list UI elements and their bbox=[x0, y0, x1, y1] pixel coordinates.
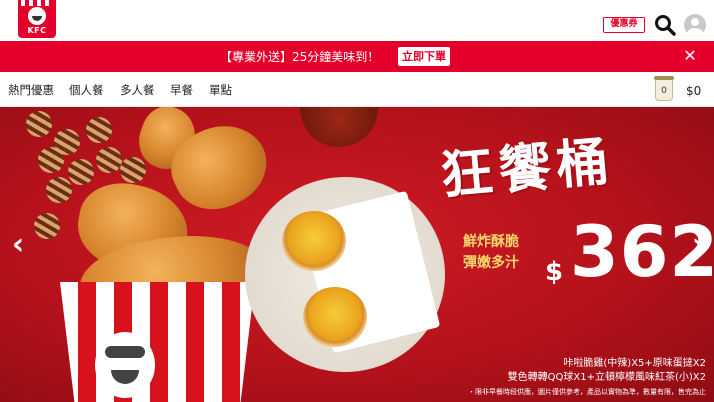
nav-item-a-la-carte[interactable]: 單點 bbox=[209, 82, 232, 98]
hero-banner[interactable]: 狂饗桶 鮮炸酥脆 彈嫩多汁 $ 362 咔啦脆雞(中辣)X5+原味蛋撻X2 雙色… bbox=[0, 107, 714, 402]
colonel-face-icon bbox=[95, 332, 155, 398]
choco-ball-image bbox=[96, 147, 122, 173]
colonel-face-icon bbox=[28, 7, 46, 25]
egg-tart-image bbox=[303, 287, 367, 347]
promo-text: 【專業外送】25分鐘美味到！ bbox=[220, 50, 380, 64]
cart-total[interactable]: $0 bbox=[686, 84, 701, 98]
top-header: KFC 優惠券 bbox=[0, 0, 714, 41]
search-icon[interactable] bbox=[654, 14, 676, 36]
promo-banner: 【專業外送】25分鐘美味到！ 立即下單 ✕ bbox=[0, 41, 714, 72]
carousel-prev-icon[interactable]: ‹ bbox=[6, 225, 30, 265]
cart-count: 0 bbox=[661, 86, 667, 96]
hero-slogan-line1: 鮮炸酥脆 bbox=[463, 234, 519, 250]
kfc-logo[interactable]: KFC bbox=[18, 0, 56, 38]
hero-currency: $ bbox=[545, 257, 564, 287]
nav-item-hot-deals[interactable]: 熱門優惠 bbox=[8, 82, 54, 98]
cart-icon[interactable]: 0 bbox=[654, 76, 674, 101]
choco-ball-image bbox=[34, 213, 60, 239]
coupon-button[interactable]: 優惠券 bbox=[603, 17, 645, 33]
logo-wordmark: KFC bbox=[27, 26, 47, 35]
hero-title: 狂饗桶 bbox=[438, 131, 617, 207]
hero-description-line1: 咔啦脆雞(中辣)X5+原味蛋撻X2 bbox=[563, 358, 706, 369]
choco-ball-image bbox=[86, 117, 112, 143]
category-nav: 熱門優惠 個人餐 多人餐 早餐 單點 0 $0 bbox=[0, 72, 714, 107]
hero-disclaimer: ・限非早餐時段供應，圖片僅供參考，產品以實物為準，數量有限，售完為止 bbox=[468, 388, 706, 396]
choco-ball-image bbox=[38, 147, 64, 173]
drink-glass-image bbox=[300, 107, 378, 147]
nav-item-breakfast[interactable]: 早餐 bbox=[170, 82, 193, 98]
choco-ball-image bbox=[26, 111, 52, 137]
close-icon[interactable]: ✕ bbox=[680, 45, 700, 67]
carousel-next-icon[interactable]: › bbox=[686, 225, 710, 265]
choco-ball-image bbox=[46, 177, 72, 203]
nav-item-group[interactable]: 多人餐 bbox=[120, 82, 155, 98]
choco-ball-image bbox=[68, 159, 94, 185]
choco-ball-image bbox=[120, 157, 146, 183]
hero-slogan-line2: 彈嫩多汁 bbox=[463, 255, 519, 271]
egg-tart-image bbox=[282, 211, 346, 271]
hero-description-line2: 雙色轉轉QQ球X1+立頓檸檬風味紅茶(小)X2 bbox=[507, 372, 706, 383]
chicken-bucket-image bbox=[60, 282, 255, 402]
order-now-button[interactable]: 立即下單 bbox=[398, 47, 450, 66]
nav-item-individual[interactable]: 個人餐 bbox=[69, 82, 104, 98]
logo-stripes bbox=[21, 0, 53, 6]
user-avatar-icon[interactable] bbox=[684, 14, 706, 36]
